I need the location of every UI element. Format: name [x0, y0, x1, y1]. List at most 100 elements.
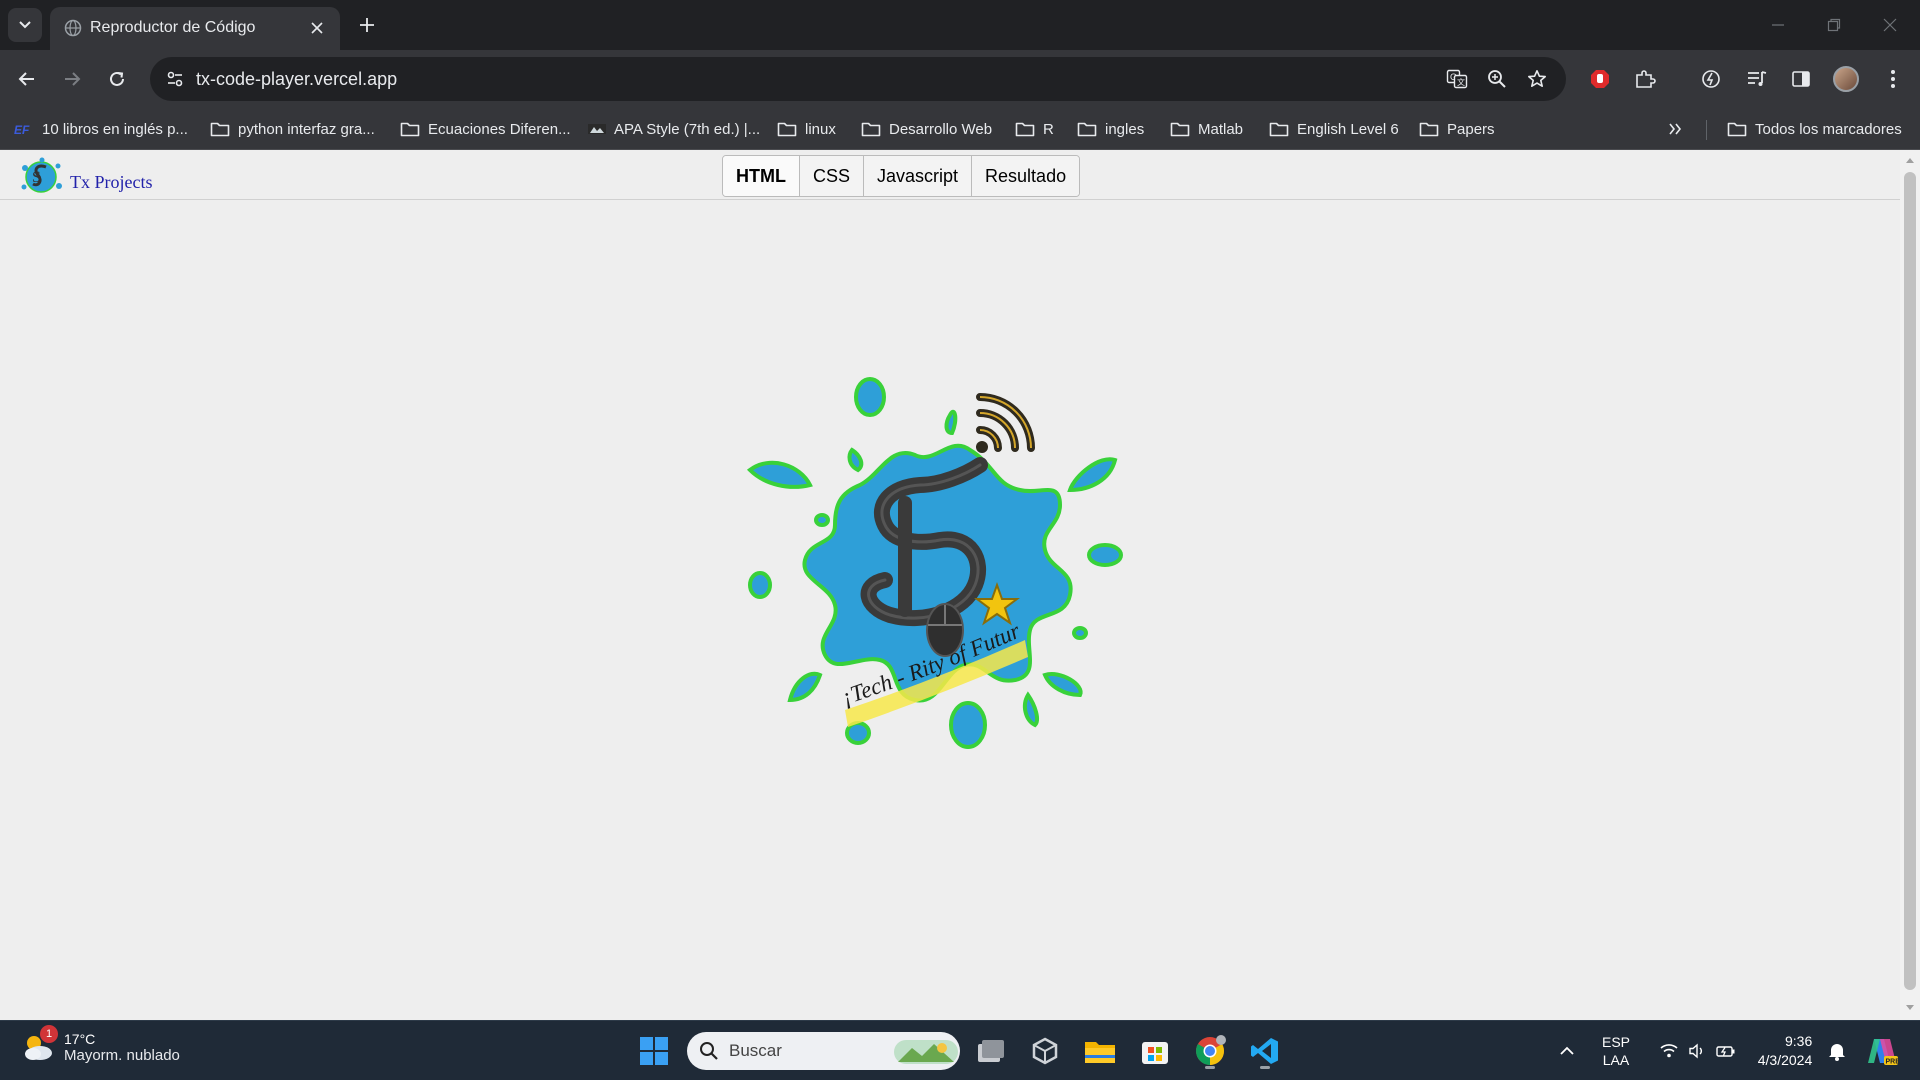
- weather-temperature: 17°C: [64, 1030, 96, 1047]
- extension-adblock-button[interactable]: [1583, 62, 1617, 96]
- stop-hand-icon: [1591, 70, 1609, 88]
- playlist-icon: [1748, 71, 1767, 86]
- ef-icon: EF: [14, 123, 30, 136]
- search-highlight-icon: [894, 1040, 958, 1064]
- bookmark-folder[interactable]: R: [1015, 116, 1054, 142]
- file-explorer-button[interactable]: [1080, 1031, 1120, 1071]
- tab-strip: Reproductor de Código: [0, 0, 1920, 50]
- copilot-button[interactable]: PRE: [1862, 1021, 1902, 1080]
- bookmark-item[interactable]: EF 10 libros en inglés p...: [14, 116, 188, 142]
- star-icon: [1528, 70, 1546, 87]
- folder-icon: [861, 122, 881, 137]
- folder-icon: [1085, 1042, 1115, 1063]
- speedometer-icon: [1702, 70, 1720, 88]
- performance-button[interactable]: [1694, 62, 1728, 96]
- keyboard-layout: LAA: [1602, 1052, 1630, 1068]
- toggle-css[interactable]: CSS: [799, 156, 864, 196]
- brand[interactable]: S Tx Projects: [18, 156, 153, 198]
- input-language-button[interactable]: ESP LAA: [1594, 1021, 1638, 1080]
- bookmark-star-button[interactable]: [1522, 64, 1552, 94]
- chrome-menu-button[interactable]: [1876, 62, 1910, 96]
- show-hidden-icons-button[interactable]: [1552, 1021, 1582, 1080]
- new-tab-button[interactable]: [352, 10, 382, 40]
- windows-logo-icon: [640, 1037, 668, 1065]
- tab-search-button[interactable]: [8, 8, 42, 42]
- bookmark-folder[interactable]: English Level 6: [1269, 116, 1399, 142]
- vscode-icon: [1251, 1038, 1278, 1064]
- forward-button[interactable]: [54, 61, 90, 97]
- bookmark-folder[interactable]: Papers: [1419, 116, 1495, 142]
- battery-charging-icon: [1716, 1046, 1735, 1057]
- folder-icon: [210, 122, 230, 137]
- avatar: [1833, 66, 1859, 92]
- microsoft-store-button[interactable]: [1135, 1031, 1175, 1071]
- clock-button[interactable]: 9:36 4/3/2024: [1750, 1021, 1820, 1080]
- cube-icon: [1032, 1037, 1058, 1065]
- toggle-javascript[interactable]: Javascript: [864, 156, 973, 196]
- bookmark-folder[interactable]: linux: [777, 116, 836, 142]
- tech-rity-logo: ¡Tech - Rity of Future!: [740, 375, 1123, 749]
- start-button[interactable]: [634, 1031, 674, 1071]
- bookmark-folder[interactable]: Desarrollo Web: [861, 116, 992, 142]
- brand-name: Tx Projects: [70, 171, 153, 192]
- vscode-taskbar-button[interactable]: [1245, 1031, 1285, 1071]
- wifi-icon: [1660, 1044, 1678, 1058]
- bookmark-folder[interactable]: Ecuaciones Diferen...: [400, 116, 571, 142]
- copilot-icon: PRE: [1868, 1039, 1898, 1066]
- address-bar[interactable]: tx-code-player.vercel.app G文: [150, 57, 1566, 101]
- profile-button[interactable]: [1829, 62, 1863, 96]
- toggle-resultado[interactable]: Resultado: [972, 156, 1080, 196]
- bookmark-folder[interactable]: python interfaz gra...: [210, 116, 375, 142]
- bookmarks-overflow-button[interactable]: [1668, 116, 1682, 142]
- unity-hub-button[interactable]: [1025, 1031, 1065, 1071]
- restore-button[interactable]: [1814, 10, 1854, 40]
- all-bookmarks-folder[interactable]: Todos los marcadores: [1727, 116, 1902, 142]
- close-icon: [311, 22, 323, 34]
- globe-icon: [64, 19, 82, 37]
- folder-icon: [1015, 122, 1035, 137]
- translate-button[interactable]: G文: [1442, 64, 1472, 94]
- zoom-button[interactable]: [1482, 64, 1512, 94]
- quick-settings-button[interactable]: [1650, 1021, 1746, 1080]
- folder-icon: [1419, 122, 1439, 137]
- svg-text:EF: EF: [14, 123, 30, 136]
- double-chevron-right-icon: [1669, 123, 1682, 135]
- search-placeholder: Buscar: [729, 1041, 782, 1060]
- weather-description: Mayorm. nublado: [64, 1046, 180, 1064]
- weather-widget[interactable]: 1 17°C Mayorm. nublado: [20, 1025, 180, 1065]
- minimize-button[interactable]: [1758, 10, 1798, 40]
- bookmark-folder[interactable]: Matlab: [1170, 116, 1243, 142]
- close-window-button[interactable]: [1870, 10, 1910, 40]
- task-view-button[interactable]: [971, 1031, 1011, 1071]
- extensions-button[interactable]: [1628, 62, 1662, 96]
- running-indicator: [1205, 1066, 1215, 1069]
- bell-icon: [1829, 1044, 1845, 1061]
- close-tab-button[interactable]: [304, 15, 330, 41]
- page-scrollbar[interactable]: [1900, 150, 1920, 1020]
- taskbar-search[interactable]: Buscar: [687, 1032, 960, 1070]
- toggle-html[interactable]: HTML: [723, 156, 800, 196]
- page-content: S Tx Projects HTML CSS Javascript Result…: [0, 150, 1900, 1020]
- tune-icon: [167, 71, 183, 87]
- active-tab[interactable]: Reproductor de Código: [50, 7, 340, 50]
- side-panel-button[interactable]: [1784, 62, 1818, 96]
- back-button[interactable]: [9, 61, 45, 97]
- bookmark-item[interactable]: APA Style (7th ed.) |...: [588, 116, 760, 142]
- reload-button[interactable]: [99, 61, 135, 97]
- site-info-button[interactable]: [160, 64, 190, 94]
- media-controls-button[interactable]: [1740, 62, 1774, 96]
- scroll-down-arrow-icon[interactable]: [1905, 1004, 1915, 1012]
- close-icon: [1883, 18, 1897, 32]
- bookmark-folder[interactable]: ingles: [1077, 116, 1144, 142]
- translate-icon: G文: [1446, 69, 1468, 89]
- weather-alert-badge: 1: [40, 1025, 58, 1043]
- chrome-taskbar-button[interactable]: [1190, 1031, 1230, 1071]
- folder-icon: [1170, 122, 1190, 137]
- page-header: S Tx Projects HTML CSS Javascript Result…: [0, 150, 1900, 200]
- volume-icon: [1689, 1043, 1702, 1059]
- svg-text:文: 文: [1457, 77, 1465, 87]
- scroll-up-arrow-icon[interactable]: [1905, 156, 1915, 164]
- scrollbar-thumb[interactable]: [1904, 172, 1916, 990]
- notifications-button[interactable]: [1822, 1021, 1852, 1080]
- brand-logo-icon: S: [21, 157, 62, 193]
